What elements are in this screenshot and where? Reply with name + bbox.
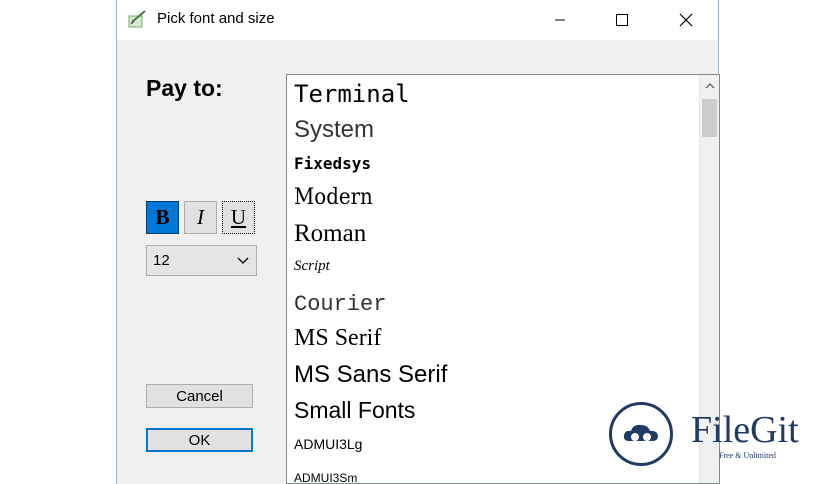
- italic-button[interactable]: I: [184, 201, 217, 234]
- chevron-up-icon: [705, 83, 714, 89]
- ok-button[interactable]: OK: [146, 428, 253, 452]
- close-icon: [679, 13, 693, 27]
- font-item-admui3sm[interactable]: ADMUI3Sm: [294, 471, 357, 483]
- font-item-terminal[interactable]: Terminal: [294, 80, 410, 108]
- font-item-ms-serif[interactable]: MS Serif: [294, 325, 381, 352]
- font-dialog-icon: [128, 10, 146, 28]
- filegit-logo: [609, 402, 673, 466]
- maximize-button[interactable]: [599, 0, 645, 40]
- font-size-select[interactable]: 12: [146, 245, 257, 276]
- close-button[interactable]: [663, 0, 709, 40]
- scroll-thumb[interactable]: [702, 99, 717, 137]
- watermark-name: FileGit: [691, 409, 799, 451]
- font-item-fixedsys[interactable]: Fixedsys: [294, 154, 371, 173]
- watermark-tagline: Free & Unlimited: [719, 451, 776, 460]
- bold-button[interactable]: B: [146, 201, 179, 234]
- minimize-icon: [555, 19, 565, 21]
- chevron-down-icon: [237, 257, 249, 264]
- scroll-up-button[interactable]: [700, 75, 719, 97]
- font-item-roman[interactable]: Roman: [294, 220, 366, 248]
- font-item-small-fonts[interactable]: Small Fonts: [294, 397, 415, 424]
- font-item-admui3lg[interactable]: ADMUI3Lg: [294, 436, 362, 452]
- filegit-watermark: FileGit Free & Unlimited: [609, 399, 831, 469]
- title-bar[interactable]: Pick font and size: [117, 0, 718, 40]
- font-size-value: 12: [153, 252, 170, 269]
- window-title: Pick font and size: [157, 10, 275, 27]
- pay-to-label: Pay to:: [146, 75, 223, 101]
- font-item-ms-sans-serif[interactable]: MS Sans Serif: [294, 361, 447, 389]
- underline-button[interactable]: U: [222, 201, 255, 234]
- font-item-modern[interactable]: Modern: [294, 185, 373, 210]
- font-item-system[interactable]: System: [294, 116, 374, 144]
- cancel-button[interactable]: Cancel: [146, 384, 253, 408]
- cloud-icon: [623, 424, 658, 441]
- font-item-script[interactable]: Script: [294, 258, 330, 275]
- font-item-courier[interactable]: Courier: [294, 292, 386, 317]
- maximize-icon: [616, 14, 628, 26]
- minimize-button[interactable]: [537, 0, 583, 40]
